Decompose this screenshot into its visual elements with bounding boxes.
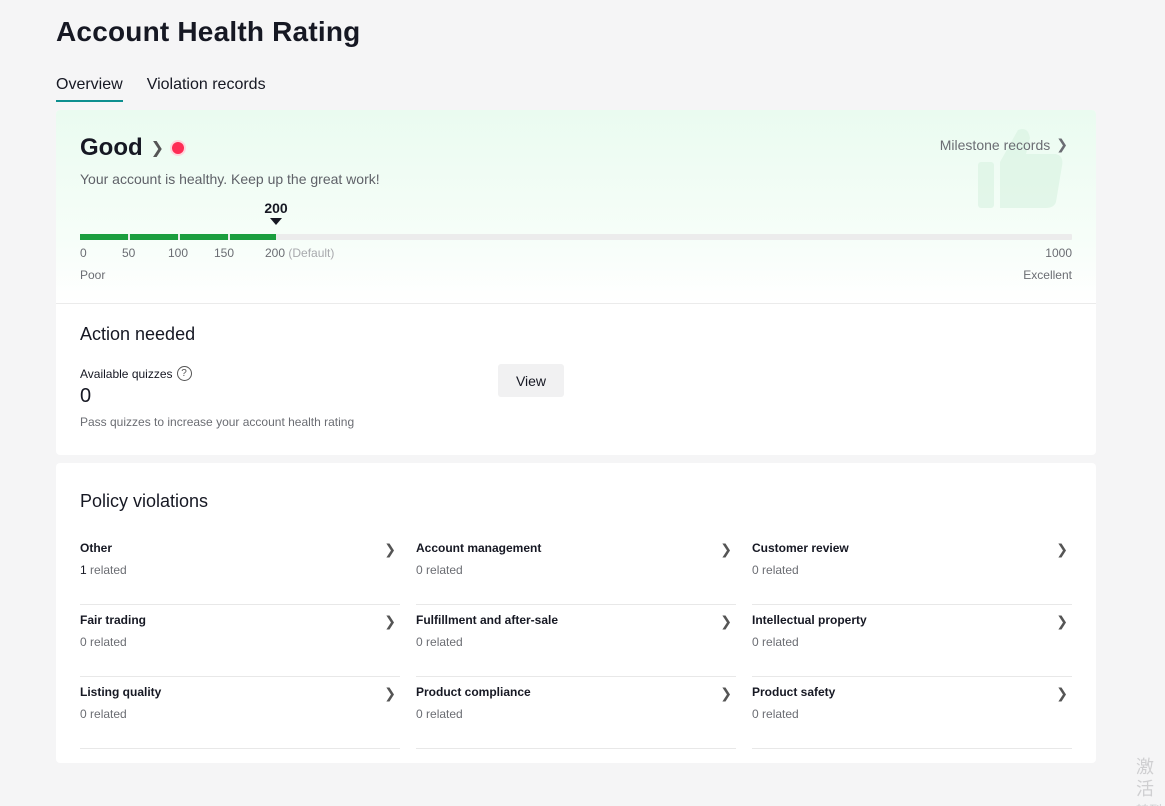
policy-violations-title: Policy violations xyxy=(80,491,209,511)
policy-related: 0 related xyxy=(80,707,127,721)
tab-overview[interactable]: Overview xyxy=(56,74,123,102)
policy-item-product-compliance[interactable]: Product compliance 0 related ❯ xyxy=(416,677,736,749)
scale-tick-200: 200 (Default) xyxy=(265,246,334,260)
view-button[interactable]: View xyxy=(498,364,564,397)
notification-dot-icon xyxy=(172,142,185,154)
milestone-records-label: Milestone records xyxy=(939,136,1051,153)
health-card: Good ❯ Your account is healthy. Keep up … xyxy=(56,110,1096,455)
action-needed-title: Action needed xyxy=(80,324,196,344)
rating-description: Your account is healthy. Keep up the gre… xyxy=(80,171,380,187)
default-label: (Default) xyxy=(288,246,335,260)
policy-related: 1 related xyxy=(80,563,127,577)
score-bar-segment xyxy=(80,234,128,240)
available-quizzes-label: Available quizzes ? xyxy=(80,366,192,381)
policy-item-fair-trading[interactable]: Fair trading 0 related ❯ xyxy=(80,605,400,677)
rating-label: Good xyxy=(80,134,143,161)
policy-name: Customer review xyxy=(752,541,849,555)
policy-name: Fair trading xyxy=(80,613,147,627)
watermark-line-1: 激活 xyxy=(1136,757,1154,799)
page-title: Account Health Rating xyxy=(56,16,361,47)
quiz-count: 0 xyxy=(80,385,92,407)
policy-related: 0 related xyxy=(80,635,127,649)
tab-violation-records[interactable]: Violation records xyxy=(147,74,266,102)
policy-item-fulfillment[interactable]: Fulfillment and after-sale 0 related ❯ xyxy=(416,605,736,677)
chevron-right-icon: ❯ xyxy=(720,613,732,629)
policy-name: Product safety xyxy=(752,685,836,699)
scale-tick-100: 100 xyxy=(168,246,189,260)
policy-item-intellectual-property[interactable]: Intellectual property 0 related ❯ xyxy=(752,605,1072,677)
quiz-description: Pass quizzes to increase your account he… xyxy=(80,415,355,429)
scale-tick-max: 1000 xyxy=(1045,246,1072,260)
policy-related: 0 related xyxy=(416,563,463,577)
policy-item-product-safety[interactable]: Product safety 0 related ❯ xyxy=(752,677,1072,749)
policy-name: Other xyxy=(80,541,113,555)
scale-max-text: Excellent xyxy=(1023,268,1072,282)
current-score: 200 xyxy=(264,200,288,216)
score-bar-track xyxy=(80,234,1072,240)
tab-bar: Overview Violation records xyxy=(56,74,266,102)
chevron-right-icon: ❯ xyxy=(1056,685,1068,701)
policy-related: 0 related xyxy=(416,707,463,721)
score-marker-icon xyxy=(270,218,282,225)
policy-name: Product compliance xyxy=(416,685,531,699)
policy-name: Listing quality xyxy=(80,685,162,699)
chevron-right-icon: ❯ xyxy=(384,541,396,557)
chevron-right-icon: ❯ xyxy=(1056,541,1068,557)
policy-item-customer-review[interactable]: Customer review 0 related ❯ xyxy=(752,533,1072,605)
policy-related: 0 related xyxy=(752,707,799,721)
chevron-right-icon: ❯ xyxy=(720,685,732,701)
policy-item-other[interactable]: Other 1 related ❯ xyxy=(80,533,400,605)
chevron-right-icon: ❯ xyxy=(384,685,396,701)
policy-related: 0 related xyxy=(752,563,799,577)
scale-tick-200-value: 200 xyxy=(265,246,286,260)
policy-name: Intellectual property xyxy=(752,613,867,627)
chevron-right-icon: ❯ xyxy=(720,541,732,557)
policy-violations-card: Policy violations Other 1 related ❯ Acco… xyxy=(56,463,1096,763)
policy-related: 0 related xyxy=(416,635,463,649)
policy-grid: Other 1 related ❯ Account management 0 r… xyxy=(80,533,1072,749)
scale-min-text: Poor xyxy=(80,268,106,282)
score-bar-segment xyxy=(130,234,178,240)
scale-tick-0: 0 xyxy=(80,246,87,260)
chevron-right-icon[interactable]: ❯ xyxy=(151,138,164,158)
milestone-records-link[interactable]: Milestone records ❯ xyxy=(940,136,1068,153)
policy-item-account-management[interactable]: Account management 0 related ❯ xyxy=(416,533,736,605)
quiz-label-text: Available quizzes xyxy=(80,366,173,381)
rating-panel: Good ❯ Your account is healthy. Keep up … xyxy=(56,110,1096,304)
policy-name: Account management xyxy=(416,541,542,555)
rating-row[interactable]: Good ❯ xyxy=(80,134,185,162)
scale-tick-50: 50 xyxy=(122,246,136,260)
score-bar-segment xyxy=(230,234,276,240)
activation-watermark: 激活 转到 xyxy=(1136,756,1165,806)
thumbs-up-icon xyxy=(978,129,1063,208)
help-icon[interactable]: ? xyxy=(176,366,192,381)
policy-related: 0 related xyxy=(752,635,799,649)
policy-name: Fulfillment and after-sale xyxy=(416,613,559,627)
policy-item-listing-quality[interactable]: Listing quality 0 related ❯ xyxy=(80,677,400,749)
score-bar-segment xyxy=(180,234,228,240)
watermark-line-2: 转到 xyxy=(1136,800,1165,806)
chevron-right-icon: ❯ xyxy=(1056,136,1068,152)
chevron-right-icon: ❯ xyxy=(384,613,396,629)
chevron-right-icon: ❯ xyxy=(1056,613,1068,629)
scale-tick-150: 150 xyxy=(214,246,235,260)
